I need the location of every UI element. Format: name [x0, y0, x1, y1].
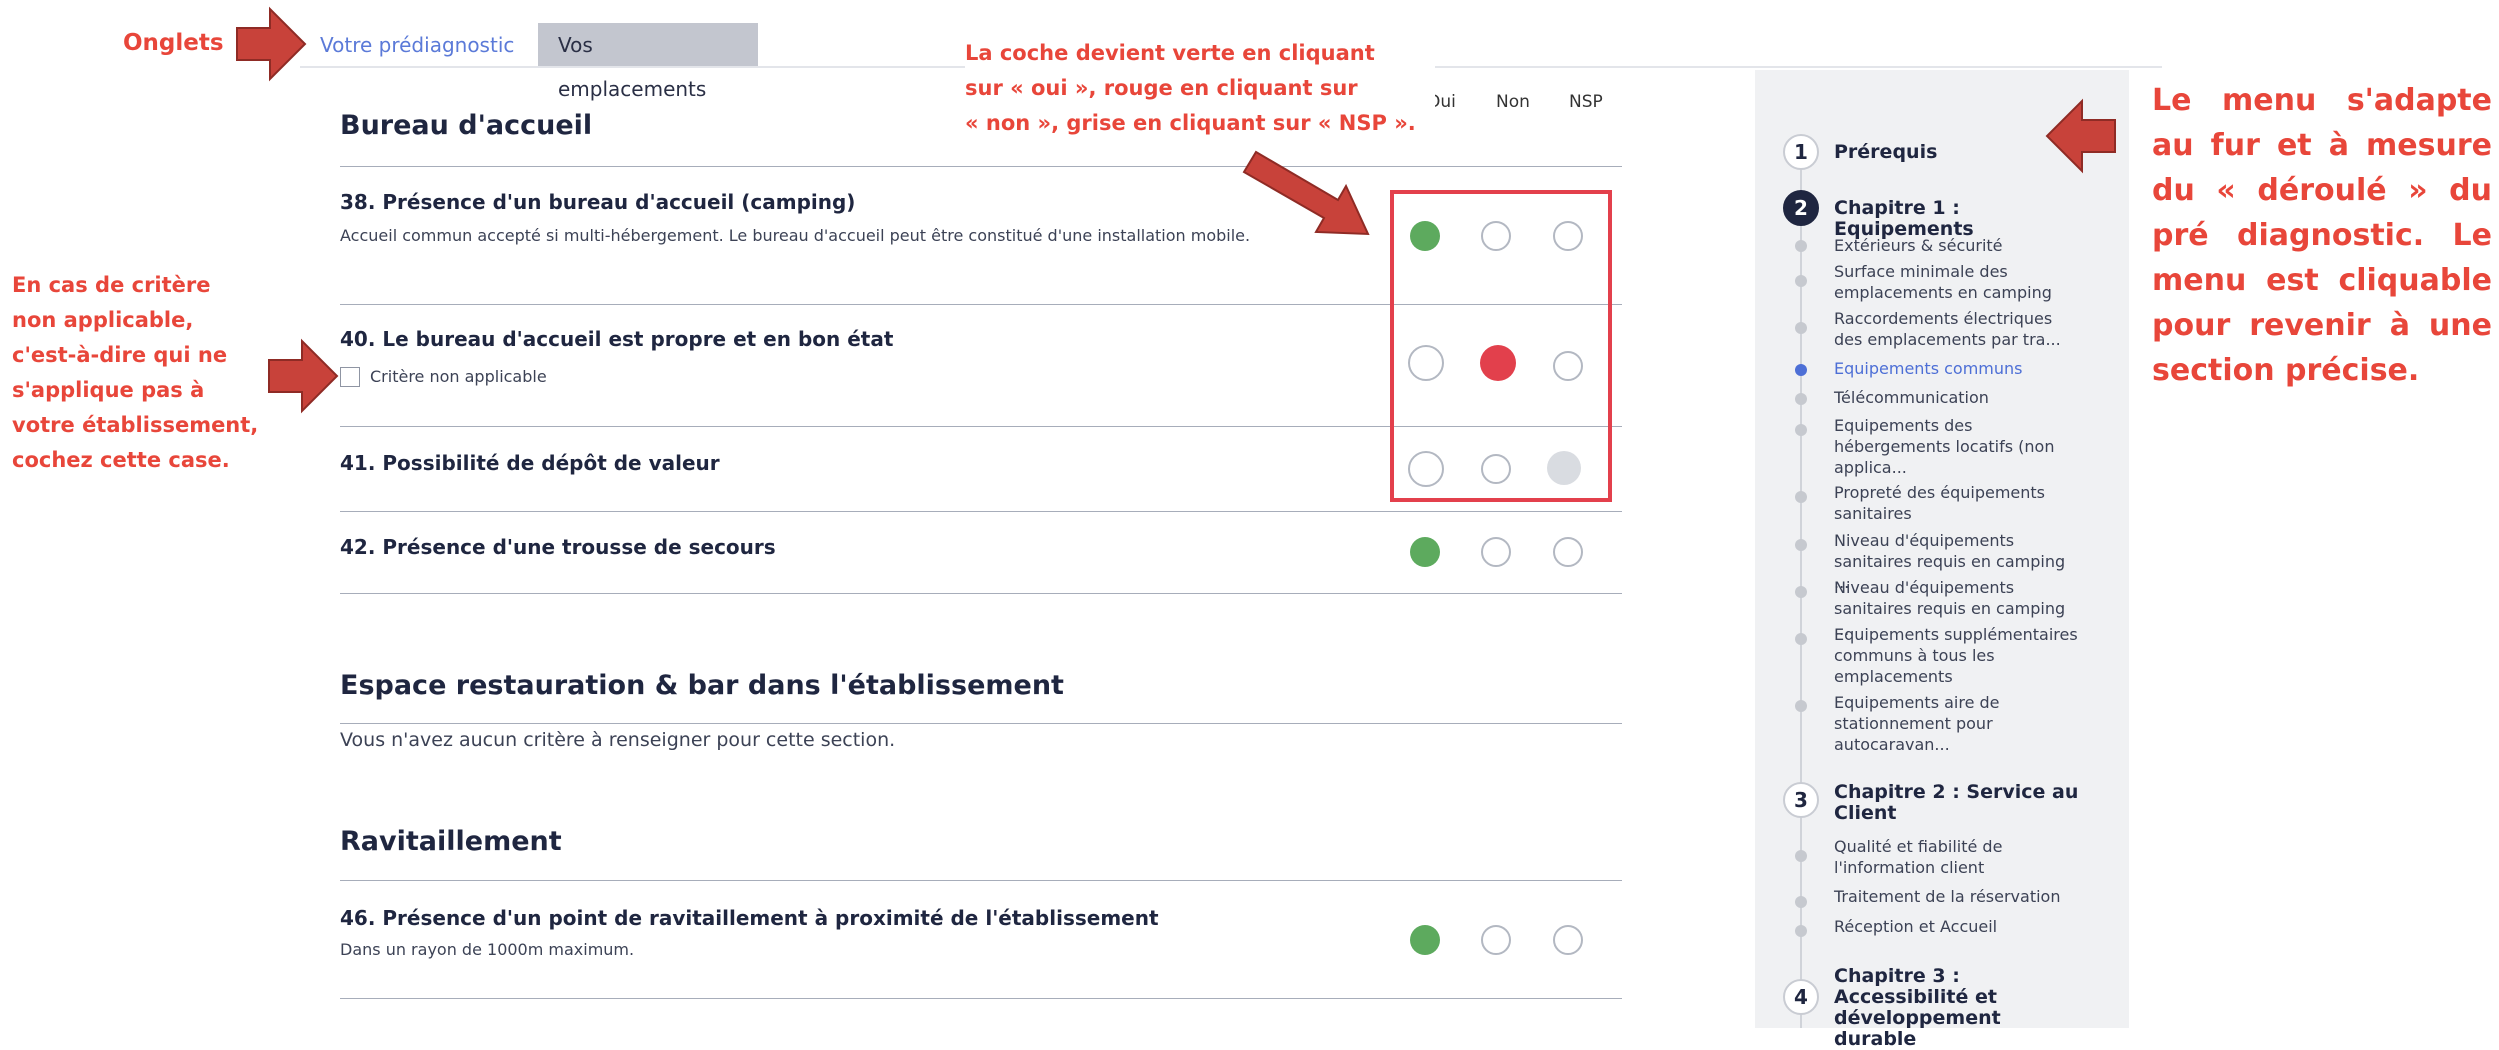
annotation-line: non applicable, [12, 308, 194, 332]
chapter-number[interactable]: 3 [1783, 782, 1819, 818]
column-header-non: Non [1496, 92, 1530, 112]
annotation-line: La coche devient verte en cliquant [965, 41, 1375, 65]
criterion-description: Dans un rayon de 1000m maximum. [340, 940, 635, 959]
sidebar-bullet [1795, 393, 1807, 405]
sidebar-item[interactable]: Equipements aire de stationnement pour a… [1834, 692, 2084, 755]
arrow-right-icon [236, 6, 307, 82]
sidebar-bullet [1795, 322, 1807, 334]
sidebar-bullet [1795, 586, 1807, 598]
radio-oui-selected[interactable] [1410, 537, 1440, 567]
tab-votre-prediagnostic[interactable]: Votre prédiagnostic [300, 23, 536, 67]
radio-nsp[interactable] [1553, 925, 1583, 955]
section-note: Vous n'avez aucun critère à renseigner p… [340, 729, 896, 751]
tab-vos-emplacements[interactable]: Vos emplacements [538, 23, 758, 101]
chapter-number-current[interactable]: 2 [1783, 190, 1819, 226]
non-applicable-checkbox[interactable] [340, 367, 360, 387]
sidebar-bullet [1795, 633, 1807, 645]
arrow-left-icon [2045, 98, 2116, 174]
sidebar-bullet [1795, 925, 1807, 937]
sidebar-bullet [1795, 491, 1807, 503]
radio-oui-selected[interactable] [1410, 925, 1440, 955]
annotation-menu: Le menu s'adapte au fur et à mesure du «… [2152, 83, 2492, 388]
criterion-description: Accueil commun accepté si multi-hébergem… [340, 226, 1251, 245]
sidebar-item[interactable]: Equipements des hébergements locatifs (n… [1834, 415, 2084, 478]
chapter-number[interactable]: 4 [1783, 979, 1819, 1015]
row-divider [340, 593, 1622, 594]
radio-nsp[interactable] [1553, 537, 1583, 567]
sidebar-item[interactable]: Extérieurs & sécurité [1834, 235, 2084, 256]
sidebar-item[interactable]: Télécommunication [1834, 387, 2084, 408]
section-divider [340, 723, 1622, 724]
row-divider [340, 511, 1622, 512]
annotation-line: votre établissement, [12, 413, 259, 437]
section-divider [340, 166, 1622, 167]
criterion-title: 38. Présence d'un bureau d'accueil (camp… [340, 190, 856, 214]
sidebar-chapter-3[interactable]: Chapitre 3 : Accessibilité et développem… [1834, 966, 2084, 1050]
sidebar-item[interactable]: Traitement de la réservation [1834, 886, 2084, 907]
non-applicable-label: Critère non applicable [370, 367, 547, 386]
sidebar-item[interactable]: Qualité et fiabilité de l'information cl… [1834, 836, 2084, 878]
sidebar-bullet [1795, 240, 1807, 252]
sidebar-item[interactable]: Surface minimale des emplacements en cam… [1834, 261, 2084, 303]
radio-non[interactable] [1481, 537, 1511, 567]
column-header-nsp: NSP [1569, 92, 1603, 112]
annotation-line: sur « oui », rouge en cliquant sur [965, 76, 1358, 100]
criterion-title: 40. Le bureau d'accueil est propre et en… [340, 327, 894, 351]
sidebar-item[interactable]: Raccordements électriques des emplacemen… [1834, 308, 2084, 350]
arrow-right-icon [268, 338, 339, 414]
highlight-frame [1390, 190, 1612, 502]
annotation-critere: En cas de critère non applicable, c'est-… [12, 268, 302, 478]
sidebar-chapter-1[interactable]: Chapitre 1 : Equipements [1834, 198, 2084, 240]
sidebar-item-active[interactable]: Equipements communs [1834, 358, 2084, 379]
annotation-line: cochez cette case. [12, 448, 230, 472]
sidebar-bullet [1795, 700, 1807, 712]
sidebar-bullet [1795, 275, 1807, 287]
sidebar-bullet [1795, 850, 1807, 862]
annotation-line: c'est-à-dire qui ne [12, 343, 228, 367]
annotation-line: En cas de critère [12, 273, 211, 297]
criterion-title: 42. Présence d'une trousse de secours [340, 535, 776, 559]
section-divider [340, 880, 1622, 881]
sidebar-item[interactable]: Propreté des équipements sanitaires [1834, 482, 2084, 524]
sidebar-bullet [1795, 896, 1807, 908]
sidebar-bullet [1795, 424, 1807, 436]
criterion-title: 46. Présence d'un point de ravitaillemen… [340, 906, 1159, 930]
annotation-coche: La coche devient verte en cliquant sur «… [965, 36, 1435, 141]
section-title-bureau-accueil: Bureau d'accueil [340, 110, 593, 141]
annotation-line: s'applique pas à [12, 378, 205, 402]
sidebar-item[interactable]: Réception et Accueil [1834, 916, 2084, 937]
sidebar-bullet [1795, 539, 1807, 551]
sidebar-item[interactable]: Equipements supplémentaires communs à to… [1834, 624, 2084, 687]
section-title-ravitaillement: Ravitaillement [340, 826, 562, 857]
section-title-espace-restauration: Espace restauration & bar dans l'établis… [340, 670, 1064, 701]
sidebar-bullet-active [1795, 364, 1807, 376]
annotation-onglets: Onglets [123, 30, 224, 56]
arrow-down-right-icon [1242, 150, 1370, 236]
annotation-line: « non », grise en cliquant sur « NSP ». [965, 111, 1416, 135]
radio-non[interactable] [1481, 925, 1511, 955]
row-divider [340, 998, 1622, 999]
chapter-number[interactable]: 1 [1783, 134, 1819, 170]
sidebar-chapter-2[interactable]: Chapitre 2 : Service au Client [1834, 782, 2084, 824]
criterion-title: 41. Possibilité de dépôt de valeur [340, 451, 720, 475]
